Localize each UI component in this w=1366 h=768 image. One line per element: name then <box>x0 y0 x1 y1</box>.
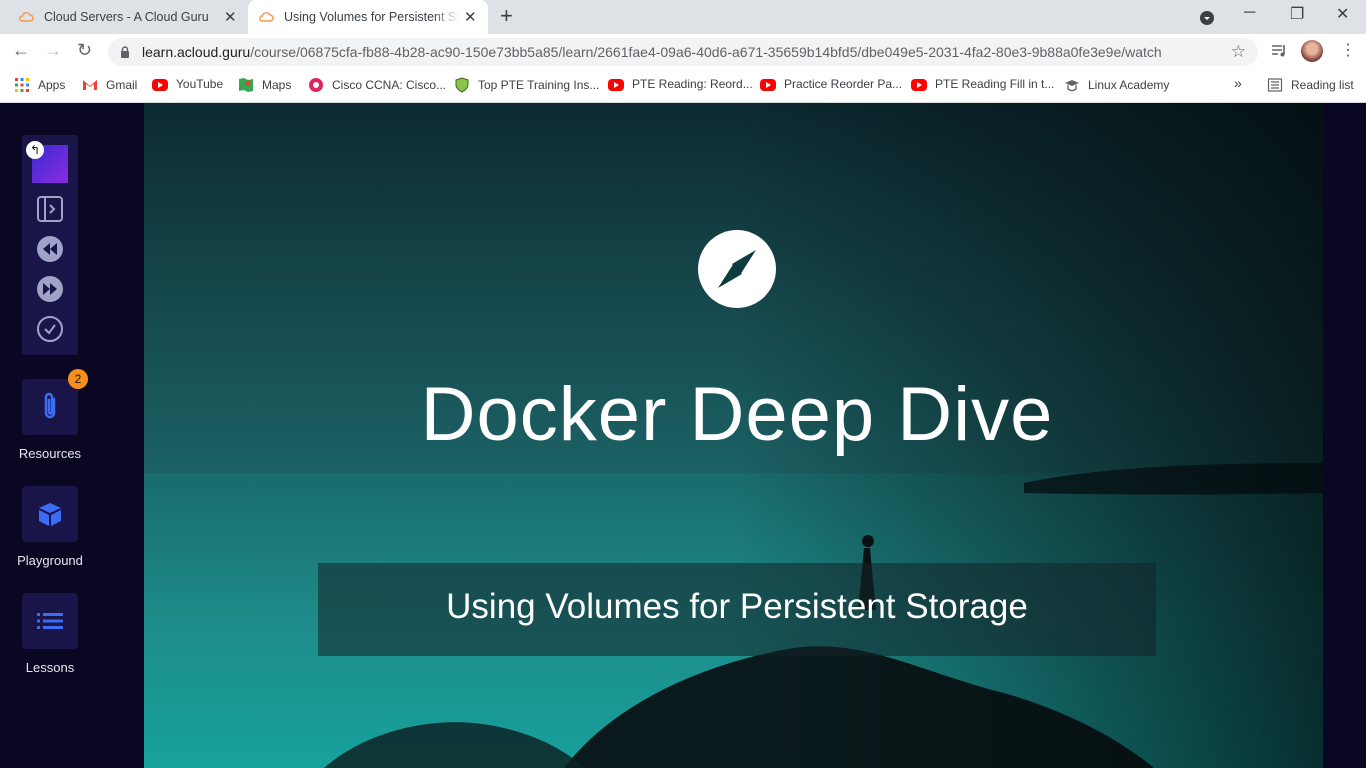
tab-cloud-servers[interactable]: Cloud Servers - A Cloud Guru ✕ <box>8 0 246 34</box>
lessons-label: Lessons <box>25 660 75 675</box>
bookmark-label: Maps <box>262 78 292 92</box>
bookmark-label: Linux Academy <box>1088 78 1170 92</box>
bookmark-star-icon[interactable]: ☆ <box>1231 42 1246 62</box>
restore-icon[interactable]: ❐ <box>1290 4 1304 24</box>
close-tab-icon[interactable]: ✕ <box>224 8 237 26</box>
lock-icon <box>121 46 129 58</box>
reading-list-icon <box>1267 78 1283 92</box>
bookmark-top-pte[interactable]: Top PTE Training Ins... <box>454 77 599 93</box>
minimize-icon[interactable]: ─ <box>1244 4 1255 22</box>
bookmark-label: Top PTE Training Ins... <box>478 78 600 92</box>
resources-count-badge: 2 <box>68 369 88 389</box>
resources-button[interactable] <box>22 379 78 435</box>
reading-list-label: Reading list <box>1291 78 1354 92</box>
url-text: learn.acloud.guru/course/06875cfa-fb88-4… <box>142 44 1162 60</box>
kebab-menu-icon[interactable]: ⋮ <box>1340 40 1356 60</box>
cube-icon <box>39 503 61 526</box>
media-control-icon[interactable] <box>1270 42 1288 60</box>
tab-using-volumes[interactable]: Using Volumes for Persistent Storage ✕ <box>248 0 488 34</box>
resources-label: Resources <box>18 446 82 461</box>
cisco-icon <box>309 78 323 92</box>
rewind-icon[interactable] <box>36 235 64 263</box>
more-bookmarks-icon[interactable]: » <box>1234 75 1242 91</box>
bookmark-practice-reorder[interactable]: Practice Reorder Pa... <box>760 77 902 91</box>
back-arrow-icon[interactable]: ← <box>12 40 30 61</box>
profile-menu-chevron-icon[interactable] <box>1199 10 1215 26</box>
acloudguru-cloud-icon <box>259 12 274 22</box>
apps-grid-icon <box>15 78 29 92</box>
graduation-cap-icon <box>1065 80 1079 92</box>
pte-shield-icon <box>455 77 469 93</box>
lesson-title: Using Volumes for Persistent Storage <box>446 587 1028 626</box>
gmail-icon <box>83 80 97 90</box>
reload-icon[interactable]: ↻ <box>77 40 92 61</box>
player-sidebar: ↰ 2 Resources Playground Lessons <box>0 103 144 768</box>
bookmark-label: Apps <box>38 78 66 92</box>
bookmark-pte-reading-reorder[interactable]: PTE Reading: Reord... <box>608 77 753 91</box>
list-icon <box>37 613 63 629</box>
youtube-icon <box>608 79 624 91</box>
mark-complete-icon[interactable] <box>36 315 64 343</box>
acloudguru-cloud-icon <box>19 12 34 22</box>
bookmark-cisco[interactable]: Cisco CCNA: Cisco... <box>308 77 446 93</box>
playground-label: Playground <box>17 553 83 568</box>
close-tab-icon[interactable]: ✕ <box>464 8 477 26</box>
paperclip-icon <box>44 392 56 419</box>
lessons-button[interactable] <box>22 593 78 649</box>
youtube-icon <box>911 79 927 91</box>
compass-logo-icon <box>698 230 776 308</box>
toggle-sidebar-icon[interactable] <box>36 195 64 223</box>
reading-list-button[interactable]: Reading list <box>1267 77 1354 93</box>
youtube-icon <box>760 79 776 91</box>
course-title: Docker Deep Dive <box>420 372 1054 457</box>
bookmark-label: Cisco CCNA: Cisco... <box>332 78 447 92</box>
bookmark-linux-academy[interactable]: Linux Academy <box>1064 77 1169 93</box>
bookmark-maps[interactable]: Maps <box>238 77 291 93</box>
bookmark-label: YouTube <box>176 77 224 91</box>
browser-toolbar: ← → ↻ learn.acloud.guru/course/06875cfa-… <box>0 34 1366 70</box>
bookmark-label: Gmail <box>106 78 138 92</box>
lesson-title-banner: Using Volumes for Persistent Storage <box>318 563 1156 656</box>
tab-strip: Cloud Servers - A Cloud Guru ✕ Using Vol… <box>0 0 1366 34</box>
bookmark-label: PTE Reading Fill in t... <box>935 77 1055 91</box>
bookmark-pte-fill-in[interactable]: PTE Reading Fill in t... <box>911 77 1054 91</box>
fast-forward-icon[interactable] <box>36 275 64 303</box>
forward-arrow-icon[interactable]: → <box>44 40 62 61</box>
bookmark-label: Practice Reorder Pa... <box>784 77 903 91</box>
address-bar[interactable]: learn.acloud.guru/course/06875cfa-fb88-4… <box>108 38 1258 66</box>
bookmark-youtube[interactable]: YouTube <box>152 77 223 91</box>
tab-title: Cloud Servers - A Cloud Guru <box>44 10 209 24</box>
bookmark-gmail[interactable]: Gmail <box>82 77 137 93</box>
player-controls-panel: ↰ <box>22 135 78 355</box>
tab-title: Using Volumes for Persistent Storage <box>284 10 459 24</box>
bookmark-apps[interactable]: Apps <box>14 77 65 93</box>
playground-button[interactable] <box>22 486 78 542</box>
right-gutter <box>1323 103 1366 768</box>
maps-icon <box>239 78 253 92</box>
youtube-icon <box>152 79 168 91</box>
back-to-course-icon[interactable]: ↰ <box>26 141 44 159</box>
close-window-icon[interactable]: ✕ <box>1336 4 1349 24</box>
new-tab-icon[interactable]: + <box>500 5 513 27</box>
bookmarks-bar: Apps Gmail YouTube Maps Cisco CCNA: Cisc… <box>0 70 1366 103</box>
video-player[interactable]: Docker Deep Dive Using Volumes for Persi… <box>144 103 1323 768</box>
avatar[interactable] <box>1301 40 1323 62</box>
bookmark-label: PTE Reading: Reord... <box>632 77 753 91</box>
